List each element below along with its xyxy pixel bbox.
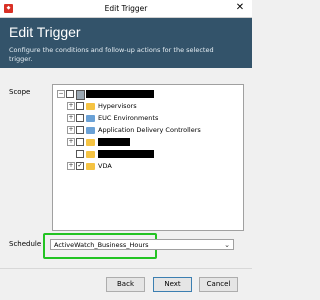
title-bar: ◆ Edit Trigger ✕ — [0, 0, 252, 18]
expand-icon[interactable]: + — [67, 114, 75, 122]
wizard-header: Edit Trigger Configure the conditions an… — [0, 18, 252, 68]
schedule-label: Schedule — [9, 240, 42, 248]
redacted-label — [98, 138, 130, 146]
expand-icon[interactable]: + — [67, 162, 75, 170]
site-icon — [76, 90, 85, 100]
footer-divider — [0, 268, 252, 269]
tree-item-redacted-1[interactable]: + — [67, 137, 157, 147]
folder-icon — [86, 150, 95, 158]
window-title: Edit Trigger — [104, 4, 148, 13]
folder-icon — [86, 162, 95, 170]
adc-checkbox[interactable] — [76, 126, 84, 134]
folder-icon — [86, 102, 95, 110]
redacted-1-checkbox[interactable] — [76, 138, 84, 146]
vda-checkbox[interactable]: ✓ — [76, 162, 84, 170]
tree-item-vda[interactable]: + ✓ VDA — [67, 161, 147, 171]
schedule-select[interactable]: ActiveWatch_Business_Hours ⌄ — [50, 239, 234, 250]
folder-icon — [86, 114, 95, 122]
expand-icon[interactable]: + — [67, 102, 75, 110]
next-button[interactable]: Next — [153, 277, 192, 292]
scope-label: Scope — [9, 88, 31, 96]
tree-item-label: Application Delivery Controllers — [98, 126, 201, 134]
tree-root-node[interactable]: − — [57, 89, 197, 100]
tree-item-hypervisors[interactable]: + Hypervisors — [67, 101, 237, 111]
chevron-down-icon[interactable]: ⌄ — [224, 240, 230, 251]
cancel-button[interactable]: Cancel — [199, 277, 238, 292]
page-title: Edit Trigger — [9, 24, 81, 40]
tree-item-euc-environments[interactable]: + EUC Environments — [67, 113, 237, 123]
back-button[interactable]: Back — [106, 277, 145, 292]
redacted-label — [98, 150, 154, 158]
expand-icon[interactable]: + — [67, 138, 75, 146]
redacted-2-checkbox[interactable] — [76, 150, 84, 158]
tree-item-label: EUC Environments — [98, 114, 159, 122]
tree-item-label: VDA — [98, 162, 112, 170]
hypervisors-checkbox[interactable] — [76, 102, 84, 110]
folder-icon — [86, 126, 95, 134]
edit-trigger-window: ◆ Edit Trigger ✕ Edit Trigger Configure … — [0, 0, 252, 300]
euc-checkbox[interactable] — [76, 114, 84, 122]
close-icon[interactable]: ✕ — [234, 2, 246, 14]
scope-tree[interactable]: − + Hypervisors + EUC Environments + App… — [52, 84, 244, 231]
tree-item-label: Hypervisors — [98, 102, 137, 110]
tree-item-adc[interactable]: + Application Delivery Controllers — [67, 125, 239, 135]
redacted-root-label — [86, 90, 154, 98]
folder-icon — [86, 138, 95, 146]
page-description: Configure the conditions and follow-up a… — [9, 46, 214, 63]
expand-icon[interactable]: + — [67, 126, 75, 134]
tree-item-redacted-2[interactable] — [67, 149, 177, 159]
root-checkbox[interactable] — [66, 90, 74, 98]
schedule-value: ActiveWatch_Business_Hours — [54, 241, 149, 249]
collapse-icon[interactable]: − — [57, 90, 65, 98]
